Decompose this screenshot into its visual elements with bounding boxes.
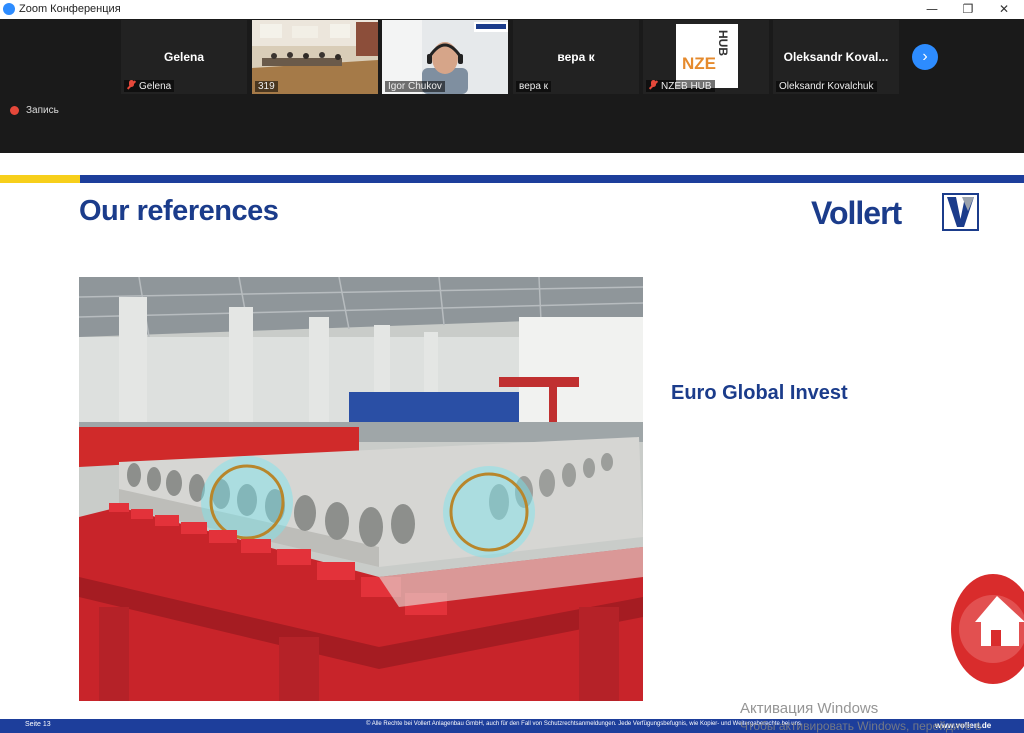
windows-activation-title: Активация Windows	[740, 700, 879, 717]
participant-tile-vera-k[interactable]: вера к вера к	[513, 20, 639, 94]
participant-tile-igor-chukov[interactable]: Igor Chukov	[382, 20, 508, 94]
participant-tile-oleksandr-kovalchuk[interactable]: Oleksandr Koval... Oleksandr Kovalchuk	[773, 20, 899, 94]
participant-tile-nzeb-hub[interactable]: NZE HUB NZEB HUB	[643, 20, 769, 94]
nzeb-hub-logo: NZE HUB	[676, 24, 738, 88]
recording-label: Запись	[26, 105, 59, 116]
logo-mark	[942, 193, 979, 231]
close-button[interactable]: ✕	[986, 0, 1022, 19]
page-number: Seite 13	[25, 721, 51, 728]
logo-text: Vollert	[811, 195, 902, 231]
window-titlebar: Zoom Конференция — ❐ ✕	[0, 0, 1024, 20]
window-title: Zoom Конференция	[19, 3, 121, 15]
factory-photo	[79, 277, 643, 701]
maximize-button[interactable]: ❐	[950, 0, 986, 19]
home-icon	[959, 595, 1024, 663]
participant-name-label: Igor Chukov	[385, 81, 445, 92]
next-participants-button[interactable]: ›	[912, 44, 938, 70]
header-stripe-yellow	[0, 175, 80, 183]
zoom-app-icon	[3, 3, 15, 15]
participant-name-label: вера к	[516, 81, 552, 92]
participant-big-name: Gelena	[163, 50, 205, 64]
participant-tile-319[interactable]: 319	[252, 20, 378, 94]
windows-activation-hint: Чтобы активировать Windows, перейдите в	[740, 719, 982, 733]
participant-tile-gelena[interactable]: Gelena Gelena	[121, 20, 247, 94]
mic-muted-icon	[649, 80, 658, 90]
copyright-notice: © Alle Rechte bei Vollert Anlagenbau Gmb…	[366, 721, 803, 727]
participant-big-name: вера к	[557, 50, 595, 64]
participant-strip: Запись Gelena Gelena 319 Igor Chukov вер…	[0, 19, 1024, 153]
mic-muted-icon	[127, 80, 136, 90]
record-icon	[10, 106, 19, 115]
header-stripe-blue	[80, 175, 1024, 183]
participant-name-label: Oleksandr Kovalchuk	[776, 81, 877, 92]
company-name: Euro Global Invest	[671, 382, 848, 404]
participant-name-label: 319	[255, 81, 278, 92]
chevron-right-icon: ›	[922, 48, 928, 65]
participant-name-label: NZEB HUB	[646, 80, 715, 92]
participant-name-label: Gelena	[124, 80, 175, 92]
participant-big-name: Oleksandr Koval...	[783, 50, 889, 64]
home-button[interactable]	[951, 574, 1024, 684]
minimize-button[interactable]: —	[914, 0, 950, 19]
slide-title: Our references	[79, 195, 279, 227]
shared-slide: Our references Vollert Euro Global Inves…	[0, 153, 1024, 733]
